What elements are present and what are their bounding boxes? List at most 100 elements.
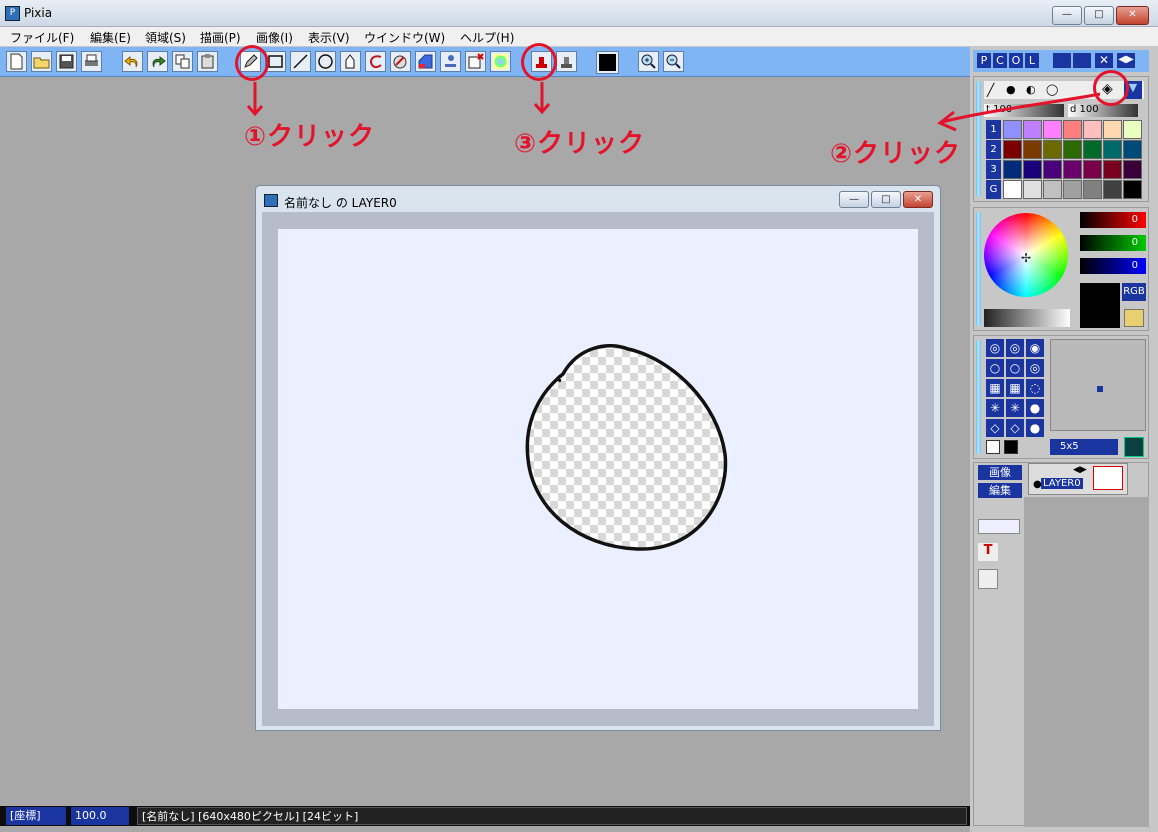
brush-shape-option[interactable]: ○ <box>986 359 1004 377</box>
gray-slider[interactable] <box>984 309 1070 327</box>
palette-swatch[interactable] <box>1123 120 1142 139</box>
minimize-button[interactable]: — <box>1052 6 1082 25</box>
blue-slider[interactable]: 0 <box>1080 258 1146 274</box>
red-slider[interactable]: 0 <box>1080 212 1146 228</box>
brush-shape-option[interactable]: ○ <box>1006 359 1024 377</box>
brush-shape-option[interactable]: ◎ <box>986 339 1004 357</box>
panel-tab-o[interactable]: O <box>1009 53 1023 68</box>
palette-swatch[interactable] <box>1063 160 1082 179</box>
maximize-button[interactable]: □ <box>1084 6 1114 25</box>
palette-swatch[interactable] <box>1083 140 1102 159</box>
undo-icon[interactable] <box>122 51 143 72</box>
copy-icon[interactable] <box>172 51 193 72</box>
edit-button[interactable]: 編集 <box>978 483 1022 498</box>
palette-swatch[interactable] <box>1083 160 1102 179</box>
panel-arrange-icon[interactable] <box>1053 53 1071 68</box>
menu-help[interactable]: ヘルプ(H) <box>460 29 514 46</box>
menu-region[interactable]: 領域(S) <box>145 29 186 46</box>
brush-shape-option[interactable]: ● <box>1026 419 1044 437</box>
black-brush-swatch[interactable] <box>1004 440 1018 454</box>
rgb-mode-button[interactable]: RGB <box>1122 283 1146 301</box>
print-icon[interactable] <box>81 51 102 72</box>
gradient-icon[interactable] <box>415 51 436 72</box>
layer-list-icon[interactable] <box>978 569 998 589</box>
menu-file[interactable]: ファイル(F) <box>10 29 74 46</box>
brush-shape-option[interactable]: ◉ <box>1026 339 1044 357</box>
palette-swatch[interactable] <box>1123 180 1142 199</box>
brush-shape-option[interactable]: ✳ <box>986 399 1004 417</box>
brush-shape-option[interactable]: ◇ <box>986 419 1004 437</box>
layer-row[interactable]: ● LAYER0 ◀▶ <box>1028 463 1128 495</box>
palette-swatch[interactable] <box>1003 180 1022 199</box>
transparent-icon[interactable] <box>490 51 511 72</box>
menu-window[interactable]: ウインドウ(W) <box>364 29 445 46</box>
color-swatch[interactable] <box>596 51 619 74</box>
panel-close-icon[interactable]: ✕ <box>1095 53 1113 68</box>
layer-input-box[interactable] <box>978 519 1020 534</box>
fill-shape-icon[interactable] <box>340 51 361 72</box>
panel-arrange2-icon[interactable] <box>1073 53 1091 68</box>
white-brush-swatch[interactable] <box>986 440 1000 454</box>
palette-swatch[interactable] <box>1103 140 1122 159</box>
brush-shape-option[interactable]: ✳ <box>1006 399 1024 417</box>
menu-draw[interactable]: 描画(P) <box>200 29 241 46</box>
panel-tab-c[interactable]: C <box>993 53 1007 68</box>
panel-swap-icon[interactable]: ◀▶ <box>1117 53 1135 68</box>
delete-layer-icon[interactable]: T <box>978 543 998 561</box>
brush-shape-option[interactable]: ▦ <box>1006 379 1024 397</box>
doc-maximize-button[interactable]: □ <box>871 191 901 208</box>
curve-icon[interactable] <box>365 51 386 72</box>
palette-row-label[interactable]: 2 <box>986 140 1001 159</box>
palette-swatch[interactable] <box>1043 160 1062 179</box>
open-folder-icon[interactable] <box>31 51 52 72</box>
new-file-icon[interactable] <box>6 51 27 72</box>
stamp2-icon[interactable] <box>556 51 577 72</box>
redo-icon[interactable] <box>147 51 168 72</box>
menu-edit[interactable]: 編集(E) <box>90 29 131 46</box>
palette-swatch[interactable] <box>1063 180 1082 199</box>
palette-swatch[interactable] <box>1003 140 1022 159</box>
palette-swatch[interactable] <box>1043 140 1062 159</box>
stamp-icon[interactable] <box>440 51 461 72</box>
drawing-canvas[interactable] <box>278 229 918 709</box>
layer-move-icon[interactable]: ◀▶ <box>1073 465 1087 475</box>
brush-shape-option[interactable]: ◌ <box>1026 379 1044 397</box>
menu-view[interactable]: 表示(V) <box>308 29 350 46</box>
green-slider[interactable]: 0 <box>1080 235 1146 251</box>
palette-swatch[interactable] <box>1123 140 1142 159</box>
brush-size-display[interactable]: 5x5 <box>1050 439 1118 455</box>
palette-row-label[interactable]: G <box>986 180 1001 199</box>
palette-swatch[interactable] <box>1023 140 1042 159</box>
paste-icon[interactable] <box>197 51 218 72</box>
save-icon[interactable] <box>56 51 77 72</box>
palette-swatch[interactable] <box>1123 160 1142 179</box>
palette-row-label[interactable]: 3 <box>986 160 1001 179</box>
ellipse-icon[interactable] <box>315 51 336 72</box>
brush-icon[interactable] <box>390 51 411 72</box>
palette-swatch[interactable] <box>1103 180 1122 199</box>
image-button[interactable]: 画像 <box>978 465 1022 480</box>
palette-swatch[interactable] <box>1103 160 1122 179</box>
color-folder-icon[interactable] <box>1124 309 1144 327</box>
palette-swatch[interactable] <box>1023 180 1042 199</box>
panel-tab-p[interactable]: P <box>977 53 991 68</box>
color-wheel[interactable]: ✢ <box>984 213 1068 297</box>
zoom-in-icon[interactable] <box>638 51 659 72</box>
palette-swatch[interactable] <box>1043 180 1062 199</box>
palette-swatch[interactable] <box>1003 160 1022 179</box>
palette-swatch[interactable] <box>1023 160 1042 179</box>
brush-shape-option[interactable]: ● <box>1026 399 1044 417</box>
brush-settings-icon[interactable] <box>1124 437 1144 457</box>
line-icon[interactable] <box>290 51 311 72</box>
close-button[interactable]: ✕ <box>1116 6 1149 25</box>
palette-swatch[interactable] <box>1063 140 1082 159</box>
brush-shape-option[interactable]: ◇ <box>1006 419 1024 437</box>
doc-close-button[interactable]: ✕ <box>903 191 933 208</box>
brush-shape-option[interactable]: ◎ <box>1006 339 1024 357</box>
clear-icon[interactable] <box>465 51 486 72</box>
zoom-out-icon[interactable] <box>663 51 684 72</box>
brush-shape-option[interactable]: ▦ <box>986 379 1004 397</box>
panel-tab-l[interactable]: L <box>1025 53 1039 68</box>
doc-minimize-button[interactable]: — <box>839 191 869 208</box>
palette-swatch[interactable] <box>1083 180 1102 199</box>
